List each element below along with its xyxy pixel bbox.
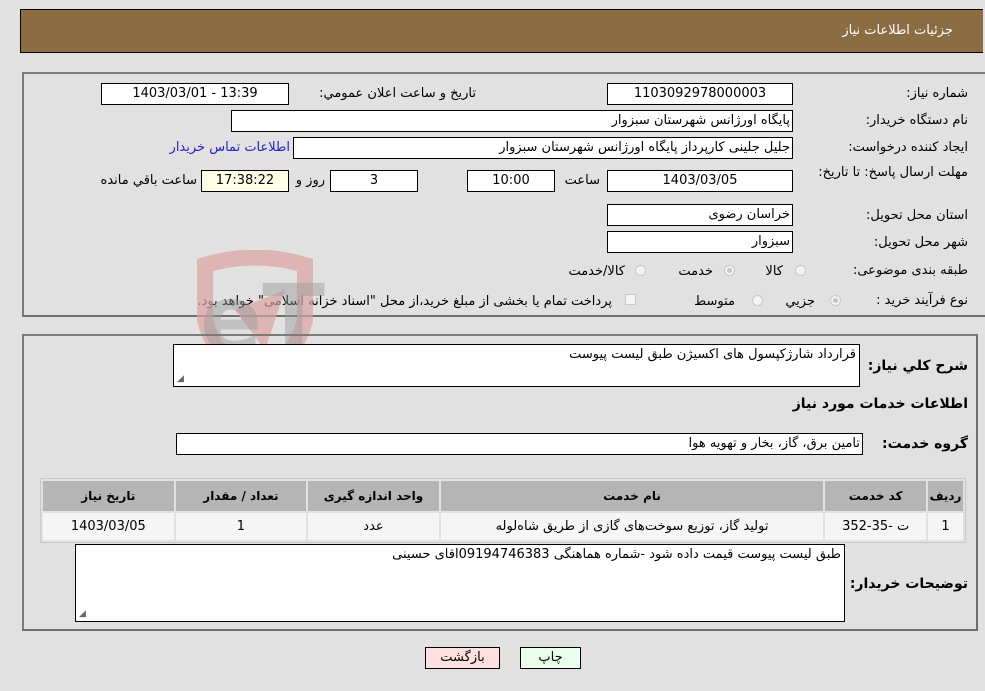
buyer-org-field: پایگاه اورژانس شهرستان سبزوار bbox=[231, 110, 793, 132]
cell-quantity: 1 bbox=[175, 513, 307, 540]
time-remaining-label: ساعت باقي مانده bbox=[100, 173, 197, 188]
table-row: 1 ت -35-352 تولید گاز، توزیع سوخت‌های گا… bbox=[43, 513, 963, 540]
buyer-notes-label: توضیحات خریدار: bbox=[849, 576, 968, 592]
purchase-radio-medium[interactable] bbox=[752, 295, 763, 306]
service-group-field: تامین برق، گاز، بخار و تهویه هوا bbox=[176, 433, 863, 455]
purchase-radio-partial[interactable] bbox=[830, 295, 841, 306]
cell-service-code: ت -35-352 bbox=[825, 513, 927, 540]
category-radio-service[interactable] bbox=[724, 265, 735, 276]
services-heading: اطلاعات خدمات مورد نیاز bbox=[792, 396, 968, 412]
col-header-quantity: تعداد / مقدار bbox=[175, 481, 307, 511]
announce-datetime-field: 1403/03/01 - 13:39 bbox=[101, 83, 289, 105]
buyer-notes-textarea[interactable]: طبق لیست پیوست قیمت داده شود -شماره هماه… bbox=[75, 544, 845, 622]
cell-service-name: تولید گاز، توزیع سوخت‌های گازی از طریق ش… bbox=[440, 513, 824, 540]
buyer-notes-text: طبق لیست پیوست قیمت داده شود -شماره هماه… bbox=[392, 547, 841, 562]
col-header-service-name: نام خدمت bbox=[440, 481, 824, 511]
purchase-option-medium: متوسط bbox=[694, 294, 735, 309]
summary-textarea[interactable]: قرارداد شارژکپسول های اکسیژن طبق لیست پی… bbox=[173, 344, 860, 387]
need-number-field: 1103092978000003 bbox=[607, 83, 793, 105]
province-label: استان محل تحویل: bbox=[866, 208, 968, 223]
category-option-goods-service: کالا/خدمت bbox=[568, 264, 625, 279]
purchase-type-label: نوع فرآیند خرید : bbox=[876, 293, 968, 308]
services-table: ردیف کد خدمت نام خدمت واحد اندازه گیری ت… bbox=[40, 478, 966, 543]
deadline-label: مهلت ارسال پاسخ: تا تاریخ: bbox=[818, 165, 968, 180]
purchase-option-partial: جزيي bbox=[785, 294, 815, 309]
requester-field: جلیل جلینی کارپرداز پایگاه اورژانس شهرست… bbox=[293, 137, 793, 159]
deadline-time-field: 10:00 bbox=[467, 170, 555, 192]
deadline-time-label: ساعت bbox=[564, 173, 600, 188]
resize-grip-icon[interactable]: ◢ bbox=[177, 374, 184, 384]
print-button[interactable]: چاپ bbox=[520, 647, 581, 669]
col-header-unit: واحد اندازه گیری bbox=[308, 481, 439, 511]
deadline-date-field: 1403/03/05 bbox=[607, 170, 793, 192]
cell-need-date: 1403/03/05 bbox=[43, 513, 174, 540]
summary-label: شرح کلي نیاز: bbox=[867, 358, 968, 374]
days-remaining-field: 3 bbox=[330, 170, 418, 192]
category-option-goods: کالا bbox=[765, 264, 783, 279]
category-option-service: خدمت bbox=[678, 264, 713, 279]
need-number-label: شماره نیاز: bbox=[906, 86, 968, 101]
summary-text: قرارداد شارژکپسول های اکسیژن طبق لیست پی… bbox=[569, 347, 856, 362]
page-title: جزئیات اطلاعات نیاز bbox=[842, 23, 953, 38]
time-remaining-field: 17:38:22 bbox=[201, 170, 289, 192]
city-label: شهر محل تحویل: bbox=[873, 235, 968, 250]
resize-grip-icon[interactable]: ◢ bbox=[79, 609, 86, 619]
service-group-label: گروه خدمت: bbox=[882, 436, 968, 452]
days-label: روز و bbox=[295, 173, 325, 188]
treasury-checkbox[interactable] bbox=[625, 294, 636, 305]
back-button[interactable]: بازگشت bbox=[425, 647, 500, 669]
need-info-panel bbox=[22, 72, 985, 317]
cell-unit: عدد bbox=[308, 513, 439, 540]
category-radio-goods-service[interactable] bbox=[635, 265, 646, 276]
col-header-service-code: کد خدمت bbox=[825, 481, 927, 511]
col-header-need-date: تاریخ نیاز bbox=[43, 481, 174, 511]
requester-label: ایجاد کننده درخواست: bbox=[848, 140, 968, 155]
table-header-row: ردیف کد خدمت نام خدمت واحد اندازه گیری ت… bbox=[43, 481, 963, 511]
treasury-checkbox-label: پرداخت تمام یا بخشی از مبلغ خرید،از محل … bbox=[197, 294, 612, 309]
buyer-contact-link[interactable]: اطلاعات تماس خریدار bbox=[170, 140, 290, 155]
category-label: طبقه بندی موضوعی: bbox=[852, 263, 968, 278]
city-field: سبزوار bbox=[607, 231, 793, 253]
province-field: خراسان رضوی bbox=[607, 204, 793, 226]
category-radio-goods[interactable] bbox=[795, 265, 806, 276]
cell-row-number: 1 bbox=[928, 513, 963, 540]
announce-datetime-label: تاریخ و ساعت اعلان عمومي: bbox=[319, 86, 476, 101]
buyer-org-label: نام دستگاه خريدار: bbox=[865, 113, 968, 128]
page-header: جزئیات اطلاعات نیاز bbox=[20, 9, 983, 53]
col-header-row-number: ردیف bbox=[928, 481, 963, 511]
